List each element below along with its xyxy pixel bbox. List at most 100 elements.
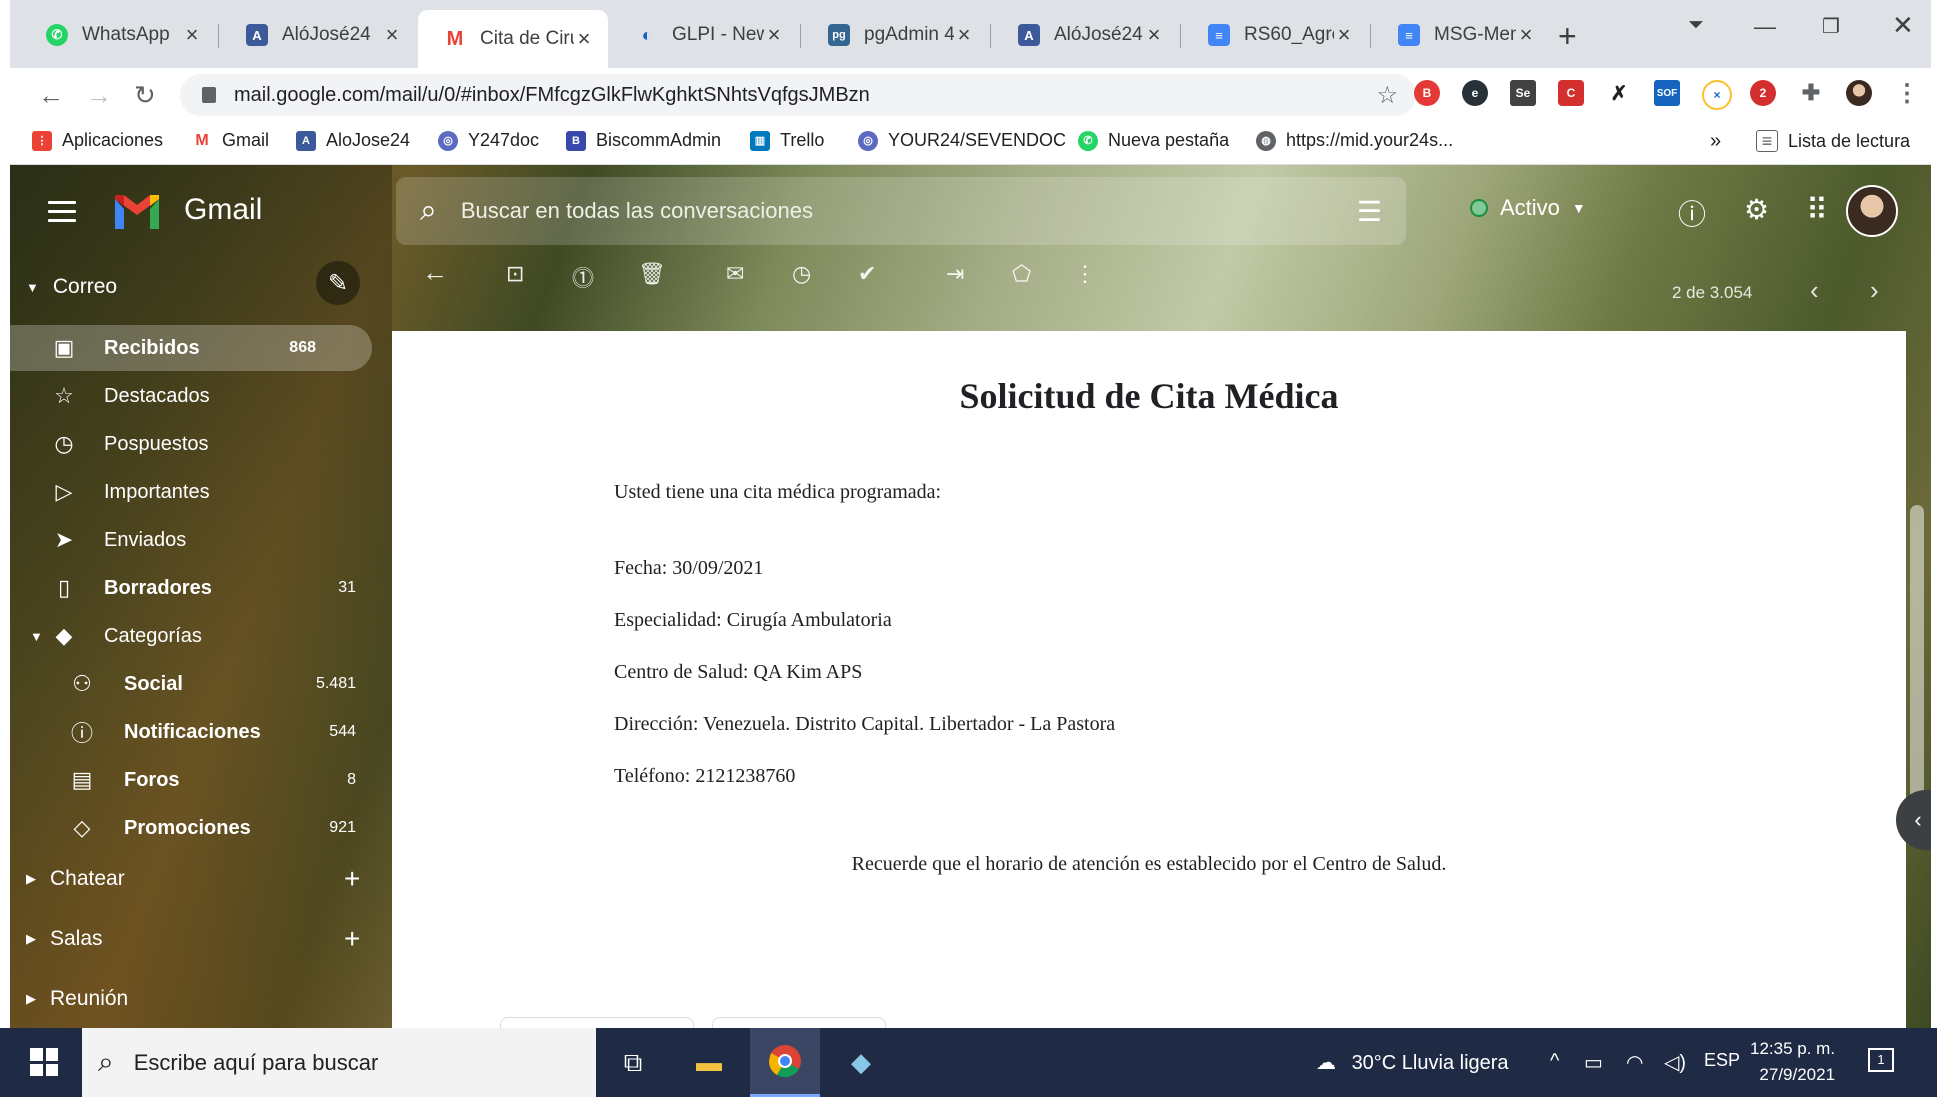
notification-center-icon[interactable]: 1: [1868, 1048, 1894, 1072]
more-bookmarks-button[interactable]: »: [1710, 130, 1721, 153]
compose-button[interactable]: ✎: [316, 261, 360, 305]
label-icon[interactable]: ⬠: [1012, 261, 1031, 287]
sidebar-item-destacados[interactable]: ☆ Destacados: [10, 373, 392, 419]
close-icon[interactable]: ×: [1144, 22, 1164, 48]
forward-icon[interactable]: →: [86, 80, 112, 111]
archive-icon[interactable]: ⊡: [506, 261, 524, 287]
rooms-section-header[interactable]: ▶ Salas +: [26, 923, 360, 954]
add-room-icon[interactable]: +: [344, 923, 360, 955]
sidebar-item-recibidos[interactable]: ▣ Recibidos 868: [10, 325, 372, 371]
back-icon[interactable]: ←: [38, 80, 64, 111]
tab-search-icon[interactable]: ⏷: [1688, 14, 1704, 37]
close-icon[interactable]: ×: [954, 22, 974, 48]
bookmark-star-icon[interactable]: ☆: [1376, 81, 1398, 110]
more-options-icon[interactable]: ⋮: [1074, 261, 1096, 287]
main-menu-icon[interactable]: [48, 201, 76, 228]
help-icon[interactable]: ⓘ: [1678, 193, 1706, 233]
selenium-icon[interactable]: Se: [1510, 80, 1536, 106]
sidebar-item-promociones[interactable]: ◇ Promociones 921: [10, 805, 392, 851]
task-view-icon[interactable]: ⧉: [598, 1028, 668, 1097]
show-hidden-icons-icon[interactable]: ^: [1550, 1050, 1559, 1073]
back-to-inbox-icon[interactable]: ←: [422, 257, 448, 288]
bookmark-alojose24[interactable]: A AloJose24: [296, 130, 410, 151]
volume-icon[interactable]: ◁): [1664, 1050, 1686, 1075]
reading-list-button[interactable]: ≡ Lista de lectura: [1756, 130, 1910, 152]
bookmark-nueva-pestana[interactable]: ✆ Nueva pestaña: [1078, 130, 1229, 151]
newer-icon[interactable]: ‹: [1810, 275, 1819, 306]
extension-icon[interactable]: SOF: [1654, 80, 1680, 106]
add-task-icon[interactable]: ✔: [858, 261, 876, 287]
report-spam-icon[interactable]: ⓵: [572, 261, 594, 293]
close-icon[interactable]: ×: [1334, 22, 1354, 48]
snooze-icon[interactable]: ◷: [792, 261, 811, 287]
sidebar-item-enviados[interactable]: ➤ Enviados: [10, 517, 392, 563]
delete-icon[interactable]: 🗑: [638, 261, 666, 287]
bookmark-gmail[interactable]: M Gmail: [192, 130, 269, 151]
tab-pgadmin[interactable]: pg pgAdmin 4 ×: [802, 14, 988, 56]
bookmark-y247doc[interactable]: ◎ Y247doc: [438, 130, 539, 151]
close-window-icon[interactable]: ✕: [1892, 10, 1914, 41]
extension-icon[interactable]: e: [1462, 80, 1488, 106]
bookmark-apps[interactable]: ⋮ Aplicaciones: [32, 130, 163, 151]
close-icon[interactable]: ×: [382, 22, 402, 48]
windows-start-icon[interactable]: [30, 1048, 58, 1076]
file-explorer-icon[interactable]: ▬: [674, 1028, 744, 1097]
forward-button[interactable]: [712, 1017, 886, 1028]
sidebar-item-pospuestos[interactable]: ◷ Pospuestos: [10, 421, 392, 467]
sidebar-item-notificaciones[interactable]: ⓘ Notificaciones 544: [10, 709, 392, 755]
extension-icon[interactable]: ×: [1702, 80, 1732, 110]
search-icon[interactable]: ⌕: [420, 194, 437, 228]
close-icon[interactable]: ×: [182, 22, 202, 48]
sidebar-item-foros[interactable]: ▤ Foros 8: [10, 757, 392, 803]
extension-icon[interactable]: B: [1414, 80, 1440, 106]
bookmark-trello[interactable]: ▥ Trello: [750, 130, 824, 151]
sidebar-item-borradores[interactable]: ▯ Borradores 31: [10, 565, 392, 611]
add-chat-icon[interactable]: +: [344, 863, 360, 895]
gear-icon[interactable]: ⚙: [1744, 193, 1769, 226]
older-icon[interactable]: ›: [1870, 275, 1879, 306]
taskbar-search-input[interactable]: [131, 1048, 556, 1077]
close-icon[interactable]: ×: [574, 26, 594, 52]
sidebar-item-social[interactable]: ⚇ Social 5.481: [10, 661, 392, 707]
mail-section-header[interactable]: ▼ Correo: [26, 275, 117, 299]
chat-section-header[interactable]: ▶ Chatear +: [26, 863, 360, 894]
sidebar-item-categorias[interactable]: ▼ ◆ Categorías: [10, 613, 392, 659]
extension-icon[interactable]: ✗: [1606, 80, 1632, 106]
mark-unread-icon[interactable]: ✉: [726, 261, 744, 287]
bookmark-biscommadmin[interactable]: B BiscommAdmin: [566, 130, 721, 151]
extensions-puzzle-icon[interactable]: ✚: [1798, 80, 1824, 106]
battery-icon[interactable]: ▭: [1584, 1050, 1603, 1075]
extension-icon[interactable]: C: [1558, 80, 1584, 106]
search-options-icon[interactable]: ☰: [1357, 195, 1382, 228]
reply-button[interactable]: [500, 1017, 694, 1028]
tab-msg[interactable]: ≡ MSG-Mensa ×: [1372, 14, 1550, 56]
close-icon[interactable]: ×: [764, 22, 784, 48]
mail-search-bar[interactable]: ⌕ ☰: [396, 177, 1406, 245]
reload-icon[interactable]: ↻: [134, 80, 156, 111]
tab-rs60[interactable]: ≡ RS60_Agreg ×: [1182, 14, 1368, 56]
scrollbar[interactable]: [1910, 505, 1924, 805]
tab-glpi[interactable]: ◐ GLPI - New ×: [610, 14, 798, 56]
wifi-icon[interactable]: ◠: [1626, 1050, 1643, 1075]
tab-whatsapp[interactable]: ✆ WhatsApp ×: [20, 14, 216, 56]
extension-icon[interactable]: 2: [1750, 80, 1776, 106]
close-icon[interactable]: ×: [1516, 22, 1536, 48]
new-tab-button[interactable]: +: [1558, 18, 1577, 55]
language-indicator[interactable]: ESP: [1704, 1050, 1740, 1071]
search-input[interactable]: [458, 190, 1263, 232]
taskbar-search[interactable]: ⌕: [82, 1028, 596, 1097]
weather-widget[interactable]: ☁ 30°C Lluvia ligera: [1316, 1050, 1509, 1075]
profile-avatar[interactable]: [1846, 80, 1872, 106]
sidebar-item-importantes[interactable]: ▷ Importantes: [10, 469, 392, 515]
tab-alojose24[interactable]: A AlóJosé24 ×: [220, 14, 416, 56]
restore-icon[interactable]: ❐: [1822, 14, 1840, 39]
move-to-icon[interactable]: ⇥: [946, 261, 964, 287]
meet-section-header[interactable]: ▶ Reunión: [26, 987, 128, 1011]
apps-grid-icon[interactable]: ⠿: [1806, 193, 1828, 228]
tab-alojose24-2[interactable]: A AlóJosé24 ×: [992, 14, 1178, 56]
minimize-icon[interactable]: —: [1754, 14, 1776, 40]
tab-cita-cirugia[interactable]: M Cita de Ciru ×: [418, 10, 608, 68]
app-taskbar-icon[interactable]: ◆: [826, 1028, 896, 1097]
system-clock[interactable]: 12:35 p. m. 27/9/2021: [1750, 1036, 1835, 1088]
account-avatar[interactable]: [1846, 185, 1898, 237]
